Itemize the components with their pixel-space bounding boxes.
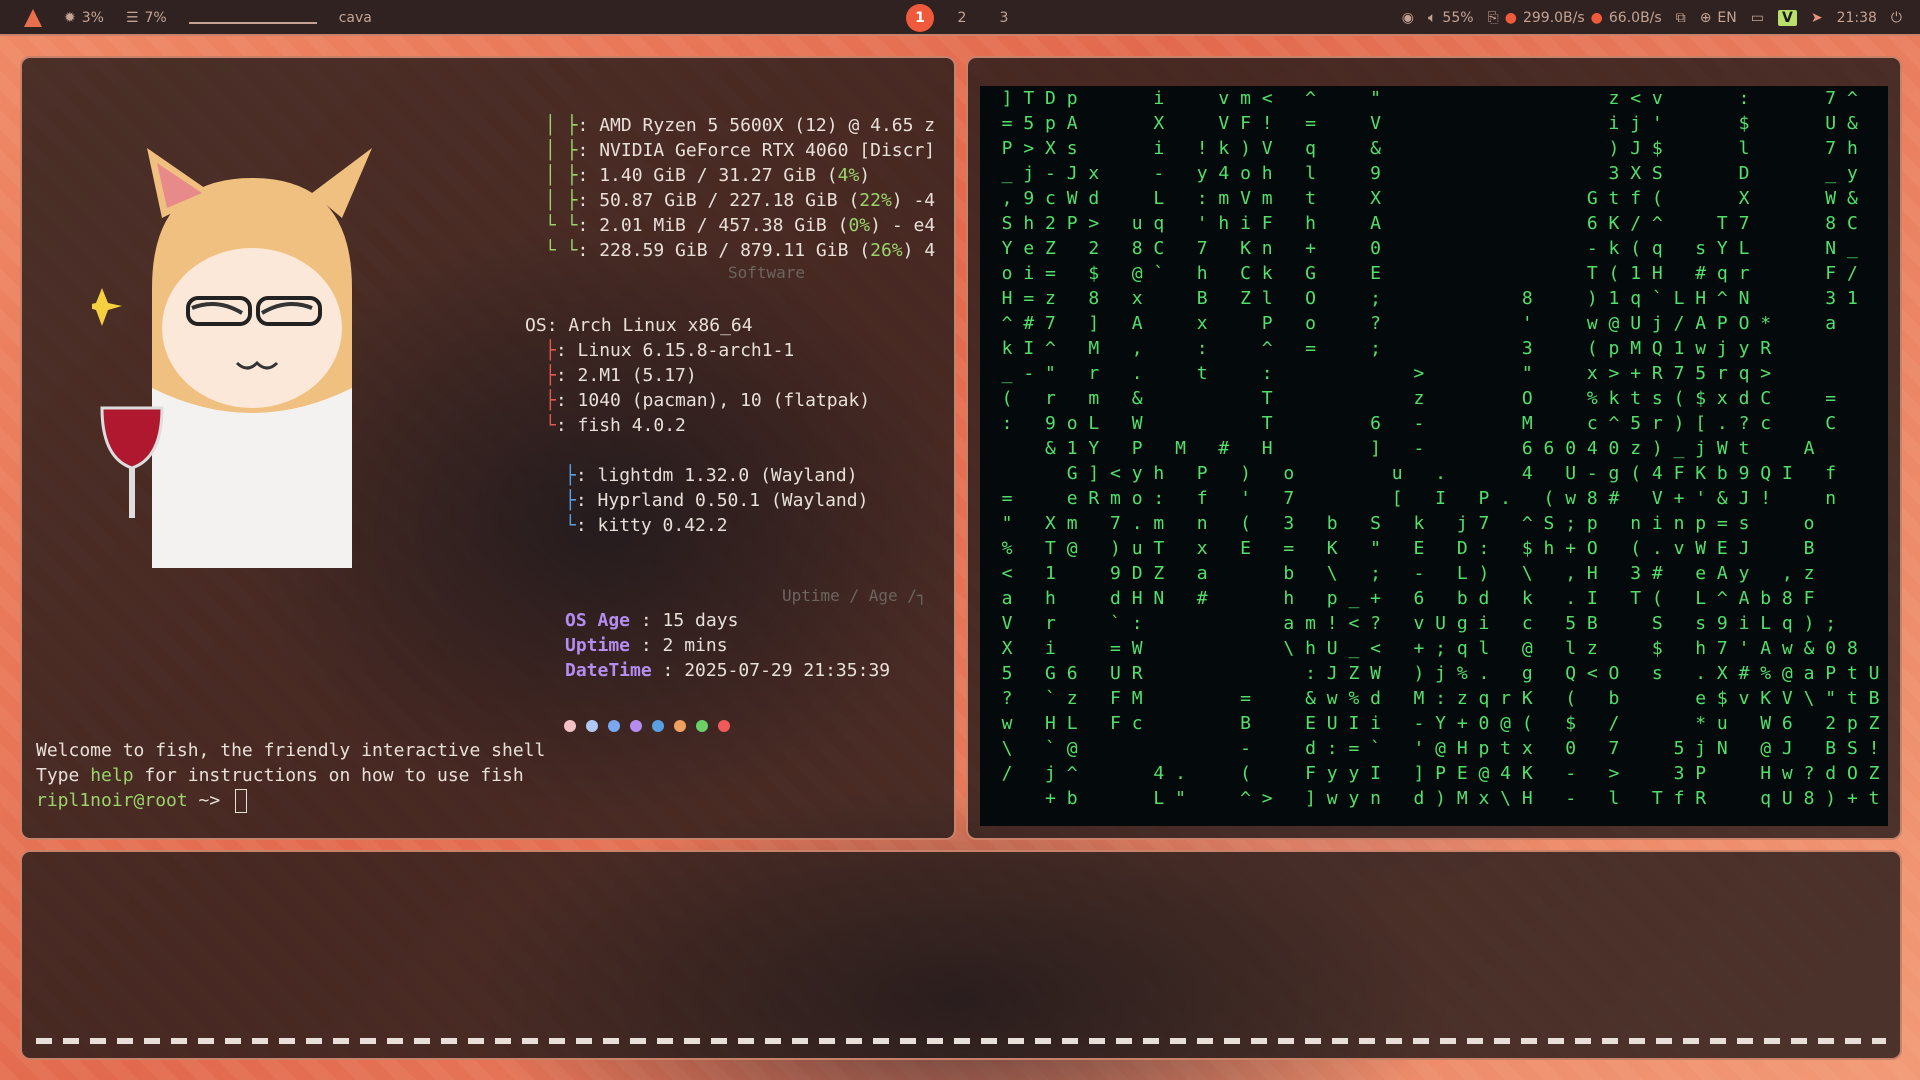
matrix-row: P > X s i ! k ) V q & ) J $ l 7 h F [980, 138, 1888, 159]
matrix-row: _ - " r . t : > " x > + R 7 5 r q > [980, 363, 1772, 384]
matrix-row: ^ # 7 ] A x P o ? ' w @ U j / A P O * a [980, 313, 1837, 334]
matrix-row: ( r m & T z O % k t s ( $ x d C = [980, 388, 1837, 409]
memory-value: 7% [144, 10, 167, 26]
matrix-row: ] T D p i v m < ^ " z < v : 7 ^ t [980, 88, 1888, 109]
matrix-row: , 9 c W d L : m V m t X G t f ( X W & ; [980, 188, 1888, 209]
matrix-row: < 1 9 D Z a b \ ; - L ) \ , H 3 # e A y … [980, 563, 1815, 584]
top-bar: ✹ 3% ☰ 7% cava 1 2 3 ◉ 🔈︎ 55% ⎘ ● 299.0B… [0, 0, 1920, 36]
workspace-switcher: 1 2 3 [906, 0, 1018, 36]
neco-arc-logo-image [92, 148, 372, 568]
telegram-icon[interactable]: ➤ [1811, 10, 1823, 26]
matrix-row: a h d H N # h p _ + 6 b d k . I T ( L ^ … [980, 588, 1815, 609]
uptime-title: Uptime / Age /┐ [782, 586, 927, 605]
palette-dot [608, 720, 620, 732]
matrix-row: Y e Z 2 8 C 7 K n + 0 - k ( q s Y L N _ [980, 238, 1858, 259]
arch-logo-icon [24, 9, 42, 27]
palette-dot [630, 720, 642, 732]
software-section: OS: Arch Linux x86_64 ├: Linux 6.15.8-ar… [525, 315, 871, 436]
matrix-row: H = z 8 x B Z l O ; 8 ) 1 q ` L H ^ N 3 … [980, 288, 1858, 309]
os-label: OS [525, 315, 547, 336]
matrix-row: = 5 p A X V F ! = V i j ' $ U & Q [980, 113, 1888, 134]
terminal-window-matrix[interactable]: ] T D p i v m < ^ " z < v : 7 ^ t = 5 p … [966, 56, 1902, 840]
idle-inhibitor-icon[interactable]: ◉ [1402, 10, 1414, 26]
hardware-section: │ ├: AMD Ryzen 5 5600X (12) @ 4.65 z │ ├… [545, 115, 936, 261]
palette-dot [564, 720, 576, 732]
workspace-2[interactable]: 2 [948, 4, 976, 32]
matrix-row: ? ` z F M = & w % d M : z q r K ( b e $ … [980, 688, 1880, 709]
cava-label: cava [338, 10, 372, 26]
terminal-window-cava[interactable] [20, 850, 1902, 1060]
cmatrix-output: ] T D p i v m < ^ " z < v : 7 ^ t = 5 p … [980, 86, 1888, 826]
terminal-cursor[interactable] [235, 789, 248, 813]
keyboard-layout[interactable]: ⊕ EN [1700, 10, 1737, 26]
terminal-window-fastfetch[interactable]: │ ├: AMD Ryzen 5 5600X (12) @ 4.65 z │ ├… [20, 56, 956, 840]
memory-icon: ☰ [125, 10, 139, 26]
window-icon[interactable]: ▭ [1751, 10, 1764, 26]
cpu-icon: ✹ [64, 10, 76, 26]
matrix-row: X i = W \ h U _ < + ; q l @ l z $ h 7 ' … [980, 638, 1858, 659]
clipboard-icon[interactable]: ⧉ [1676, 10, 1686, 26]
arch-launcher[interactable] [24, 9, 42, 27]
volume-control[interactable]: 🔈︎ 55% [1428, 10, 1474, 26]
volume-value: 55% [1442, 10, 1474, 26]
matrix-row: k I ^ M , : ^ = ; 3 ( p M Q 1 w j y R [980, 338, 1772, 359]
palette-dot [586, 720, 598, 732]
color-palette [564, 720, 730, 732]
palette-dot [718, 720, 730, 732]
matrix-row: G ] < y h P ) o u . 4 U - g ( 4 F K b 9 … [980, 463, 1837, 484]
cava-visualizer [188, 22, 317, 24]
upload-speed: 299.0B/s [1522, 10, 1585, 26]
palette-dot [652, 720, 664, 732]
language-value: EN [1717, 10, 1737, 26]
desktop-section: ├: lightdm 1.32.0 (Wayland) ├: Hyprland … [565, 465, 869, 536]
matrix-row: 5 G 6 U R : J Z W ) j % . g Q < O s . X … [980, 663, 1880, 684]
workspace-1[interactable]: 1 [906, 4, 934, 32]
matrix-row: V r ` : a m ! < ? v U g i c 5 B S s 9 i … [980, 613, 1837, 634]
power-icon[interactable]: ⏻ [1891, 10, 1902, 26]
download-icon: ● [1590, 10, 1603, 26]
network-speed: ⎘ ● 299.0B/s ● 66.0B/s [1488, 10, 1662, 26]
cava-bars [36, 1038, 1886, 1044]
matrix-row: w H L F c B E U I i - Y + 0 @ ( $ / * u … [980, 713, 1880, 734]
palette-dot [674, 720, 686, 732]
matrix-row: & 1 Y P M # H ] - 6 6 0 4 0 z ) _ j W t … [980, 438, 1815, 459]
prompt-symbol: ~> [187, 790, 232, 811]
speaker-icon: 🔈︎ [1428, 10, 1437, 26]
download-speed: 66.0B/s [1608, 10, 1662, 26]
matrix-row: + b L " ^ > ] w y n d ) M x \ H - l T f … [980, 788, 1880, 809]
welcome-message: Welcome to fish, the friendly interactiv… [36, 740, 546, 761]
matrix-row: " X m 7 . m n ( 3 b S k j 7 ^ S ; p n i … [980, 513, 1815, 534]
software-title: Software [728, 263, 806, 282]
uptime-section: OS Age : 15 days Uptime : 2 mins DateTim… [565, 610, 891, 681]
upload-icon: ● [1504, 10, 1517, 26]
matrix-row: = e R m o : f ' 7 [ I P . ( w 8 # V + ' … [980, 488, 1837, 509]
matrix-row: _ j - J x - y 4 o h l 9 3 X S D _ y _ [980, 163, 1888, 184]
fish-shell-output[interactable]: Welcome to fish, the friendly interactiv… [36, 738, 545, 813]
matrix-row: o i = $ @ ` h C k G E T ( 1 H # q r F / [980, 263, 1858, 284]
memory-usage: ☰ 7% [126, 10, 167, 26]
tray-v-app[interactable]: V [1777, 10, 1797, 26]
clock[interactable]: 21:38 [1837, 10, 1877, 26]
network-icon: ⎘ [1487, 10, 1499, 26]
cpu-usage: ✹ 3% [64, 10, 104, 26]
matrix-row: / j ^ 4 . ( F y y I ] P E @ 4 K - > 3 P … [980, 763, 1880, 784]
prompt-user: ripl1noir@root [36, 790, 188, 811]
matrix-row: S h 2 P > u q ' h i F h A 6 K / ^ T 7 8 … [980, 213, 1888, 234]
help-keyword: help [90, 765, 134, 786]
matrix-row: % T @ ) u T x E = K " E D : $ h + O ( . … [980, 538, 1815, 559]
matrix-row: \ ` @ - d : = ` ' @ H p t x 0 7 5 j N @ … [980, 738, 1880, 759]
palette-dot [696, 720, 708, 732]
matrix-row: : 9 o L W T 6 - M c ^ 5 r ) [ . ? c C [980, 413, 1837, 434]
globe-icon: ⊕ [1699, 10, 1712, 26]
workspace-3[interactable]: 3 [990, 4, 1018, 32]
cpu-value: 3% [81, 10, 104, 26]
